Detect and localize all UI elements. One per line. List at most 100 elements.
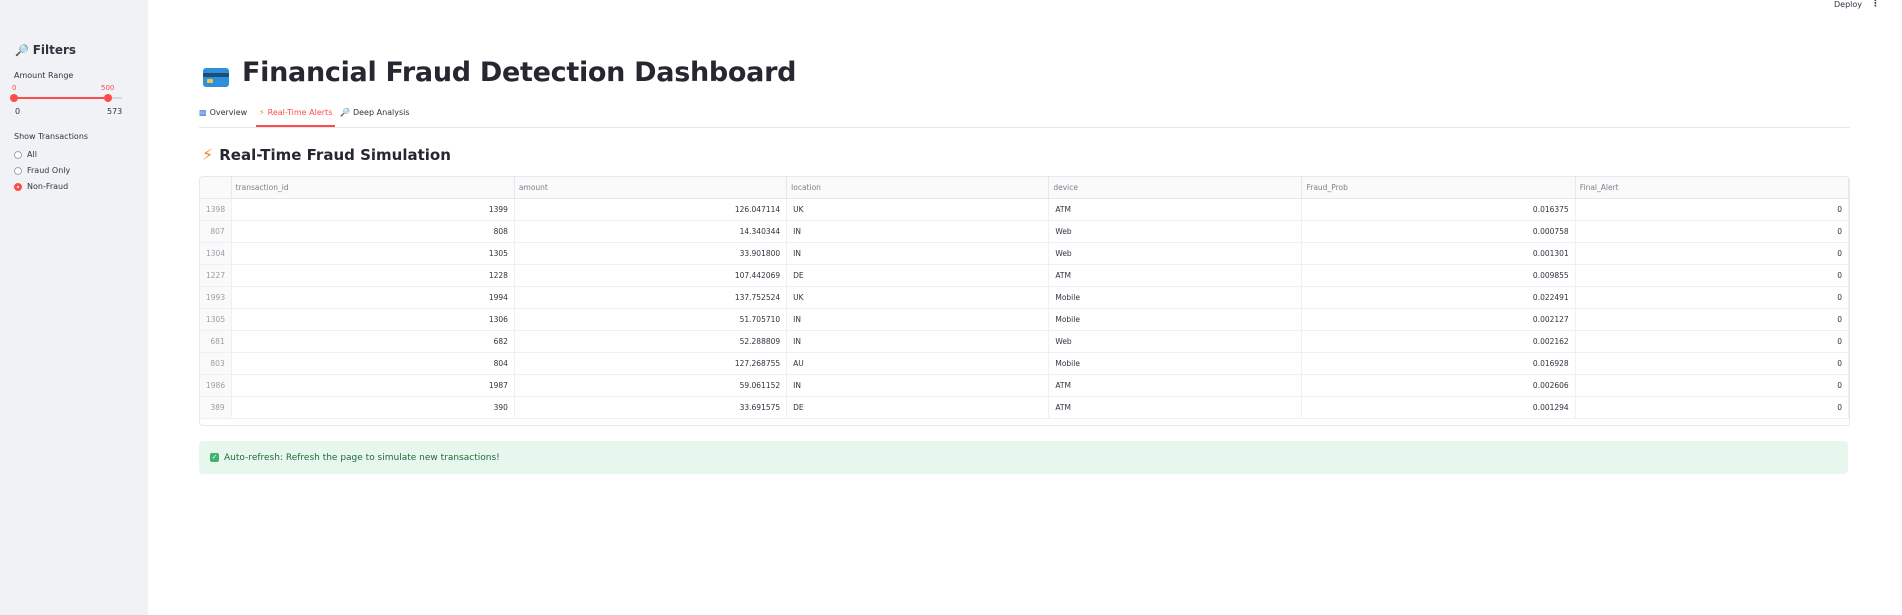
row-index[interactable]: 803 [200,352,232,375]
table-cell[interactable]: 1306 [231,308,515,331]
table-cell[interactable]: 682 [231,330,515,353]
table-cell[interactable]: 0 [1575,396,1849,419]
radio-all[interactable]: All [14,150,37,159]
table-cell[interactable]: 1228 [231,264,515,287]
table-cell[interactable]: 0.001301 [1301,242,1576,265]
table-cell[interactable]: 0.002606 [1301,374,1576,397]
table-row[interactable]: 681 682 52.288809 IN Web 0.002162 0 [200,330,1849,353]
tab-real-time-alerts[interactable]: ⚡ Real-Time Alerts [256,108,336,127]
table-cell[interactable]: 0.000758 [1301,220,1576,243]
tab-deep-analysis[interactable]: 🔎 Deep Analysis [340,108,410,125]
table-cell[interactable]: 0 [1575,264,1849,287]
table-cell[interactable]: 51.705710 [514,308,788,331]
table-cell[interactable]: 52.288809 [514,330,788,353]
table-row[interactable]: 389 390 33.691575 DE ATM 0.001294 0 [200,396,1849,419]
table-cell[interactable]: 33.691575 [514,396,788,419]
table-cell[interactable]: 0 [1575,242,1849,265]
table-cell[interactable]: 0 [1575,198,1849,221]
amount-range-low-handle[interactable] [10,94,18,102]
table-row[interactable]: 1304 1305 33.901800 IN Web 0.001301 0 [200,242,1849,265]
radio-circle[interactable] [14,150,22,159]
table-cell[interactable]: 1305 [231,242,515,265]
row-index[interactable]: 1304 [200,242,232,265]
column-header[interactable]: location [786,177,1050,199]
row-index[interactable]: 1986 [200,374,232,397]
table-cell[interactable]: AU [786,352,1050,375]
table-cell[interactable]: 1987 [231,374,515,397]
table-cell[interactable]: 0.016375 [1301,198,1576,221]
table-cell[interactable]: IN [786,374,1050,397]
table-cell[interactable]: 0.002162 [1301,330,1576,353]
row-index[interactable]: 681 [200,330,232,353]
table-cell[interactable]: ATM [1048,198,1303,221]
kebab-menu-icon[interactable]: ⋮ [1871,0,1880,9]
table-row[interactable]: 1993 1994 137.752524 UK Mobile 0.022491 0 [200,286,1849,309]
table-cell[interactable]: 0 [1575,374,1849,397]
row-index[interactable]: 807 [200,220,232,243]
table-row[interactable]: 1227 1228 107.442069 DE ATM 0.009855 0 [200,264,1849,287]
column-header[interactable]: amount [514,177,788,199]
table-row[interactable]: 1398 1399 126.047114 UK ATM 0.016375 0 [200,198,1849,221]
table-cell[interactable]: IN [786,242,1050,265]
table-row[interactable]: 803 804 127.268755 AU Mobile 0.016928 0 [200,352,1849,375]
table-cell[interactable]: 127.268755 [514,352,788,375]
row-index[interactable]: 1993 [200,286,232,309]
table-cell[interactable]: 0 [1575,330,1849,353]
table-cell[interactable]: IN [786,308,1050,331]
table-cell[interactable]: Web [1048,220,1303,243]
table-cell[interactable]: ATM [1048,396,1303,419]
table-cell[interactable]: 1399 [231,198,515,221]
table-row[interactable]: 1986 1987 59.061152 IN ATM 0.002606 0 [200,374,1849,397]
row-index[interactable]: 1398 [200,198,232,221]
table-cell[interactable]: Mobile [1048,352,1303,375]
table-cell[interactable]: 1994 [231,286,515,309]
amount-range-high-handle[interactable] [104,94,113,102]
table-cell[interactable]: 0 [1575,286,1849,309]
table-cell[interactable]: Mobile [1048,286,1303,309]
table-cell[interactable]: 126.047114 [514,198,788,221]
radio-fraud-only[interactable]: Fraud Only [14,166,70,175]
column-header[interactable]: transaction_id [231,177,515,199]
tab-overview[interactable]: ▩ Overview [199,108,247,125]
table-cell[interactable]: 0.001294 [1301,396,1576,419]
table-row[interactable]: 807 808 14.340344 IN Web 0.000758 0 [200,220,1849,243]
table-cell[interactable]: Web [1048,242,1303,265]
table-cell[interactable]: 804 [231,352,515,375]
table-cell[interactable]: 808 [231,220,515,243]
table-cell[interactable]: 59.061152 [514,374,788,397]
table-cell[interactable]: 107.442069 [514,264,788,287]
table-cell[interactable]: ATM [1048,374,1303,397]
deploy-button[interactable]: Deploy [1834,0,1862,9]
table-cell[interactable]: DE [786,264,1050,287]
row-index[interactable]: 1227 [200,264,232,287]
table-cell[interactable]: 0 [1575,220,1849,243]
row-index[interactable]: 389 [200,396,232,419]
table-cell[interactable]: UK [786,198,1050,221]
table-row[interactable]: 1305 1306 51.705710 IN Mobile 0.002127 0 [200,308,1849,331]
table-cell[interactable]: 0.016928 [1301,352,1576,375]
table-cell[interactable]: 33.901800 [514,242,788,265]
table-cell[interactable]: DE [786,396,1050,419]
table-cell[interactable]: 0 [1575,352,1849,375]
table-cell[interactable]: 390 [231,396,515,419]
table-cell[interactable]: 0.009855 [1301,264,1576,287]
column-header[interactable]: Fraud_Prob [1301,177,1576,199]
radio-circle[interactable] [14,166,22,175]
column-header[interactable]: Final_Alert [1575,177,1849,199]
table-cell[interactable]: Web [1048,330,1303,353]
table-cell[interactable]: Mobile [1048,308,1303,331]
table-cell[interactable]: ATM [1048,264,1303,287]
column-header[interactable]: device [1048,177,1303,199]
table-cell[interactable]: 0.002127 [1301,308,1576,331]
table-cell[interactable]: UK [786,286,1050,309]
table-cell[interactable]: 0.022491 [1301,286,1576,309]
table-cell[interactable]: IN [786,330,1050,353]
table-cell[interactable]: 0 [1575,308,1849,331]
table-cell[interactable]: 14.340344 [514,220,788,243]
table-cell[interactable]: 137.752524 [514,286,788,309]
row-index[interactable]: 1305 [200,308,232,331]
amount-range-slider[interactable] [10,94,122,102]
transactions-table[interactable]: transaction_id amount location device Fr… [199,176,1850,426]
radio-circle-selected[interactable] [14,182,22,191]
radio-non-fraud[interactable]: Non-Fraud [14,182,68,191]
